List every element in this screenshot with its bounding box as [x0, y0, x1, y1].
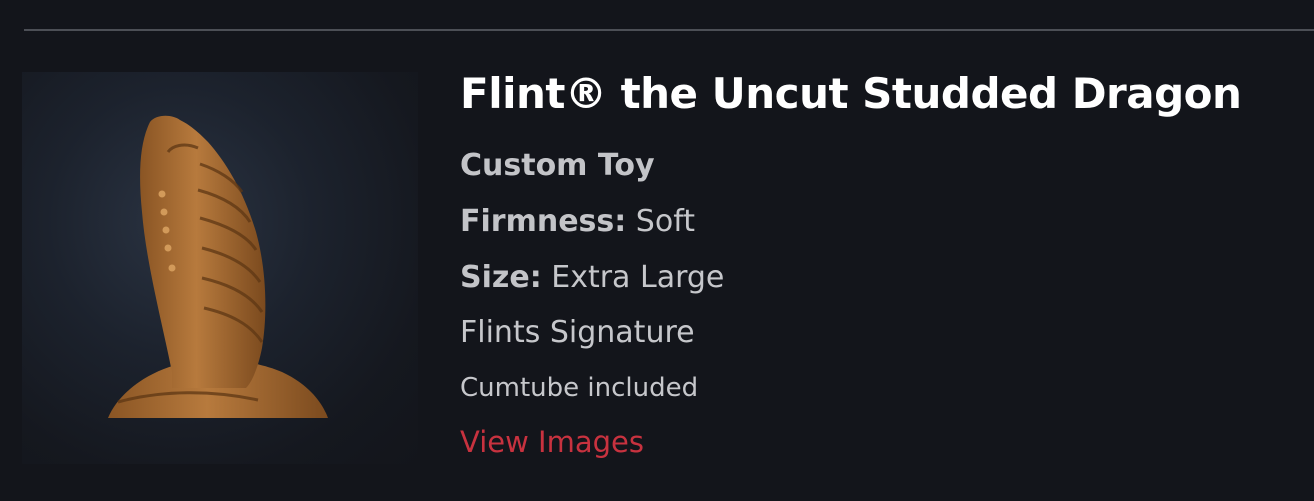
view-images-link[interactable]: View Images	[460, 422, 644, 462]
size-value: Extra Large	[551, 260, 725, 295]
firmness-row: Firmness: Soft	[460, 202, 695, 242]
product-image[interactable]	[22, 72, 418, 464]
product-title: Flint® the Uncut Studded Dragon	[460, 69, 1242, 118]
firmness-label: Firmness:	[460, 204, 627, 239]
cumtube-option: Cumtube included	[460, 373, 699, 403]
product-photo-icon	[108, 115, 328, 418]
size-label: Size:	[460, 260, 542, 295]
signature-option: Flints Signature	[460, 315, 695, 350]
size-row: Size: Extra Large	[460, 258, 724, 298]
firmness-value: Soft	[635, 204, 695, 239]
product-subtitle: Custom Toy	[460, 148, 655, 183]
section-divider	[24, 29, 1314, 31]
